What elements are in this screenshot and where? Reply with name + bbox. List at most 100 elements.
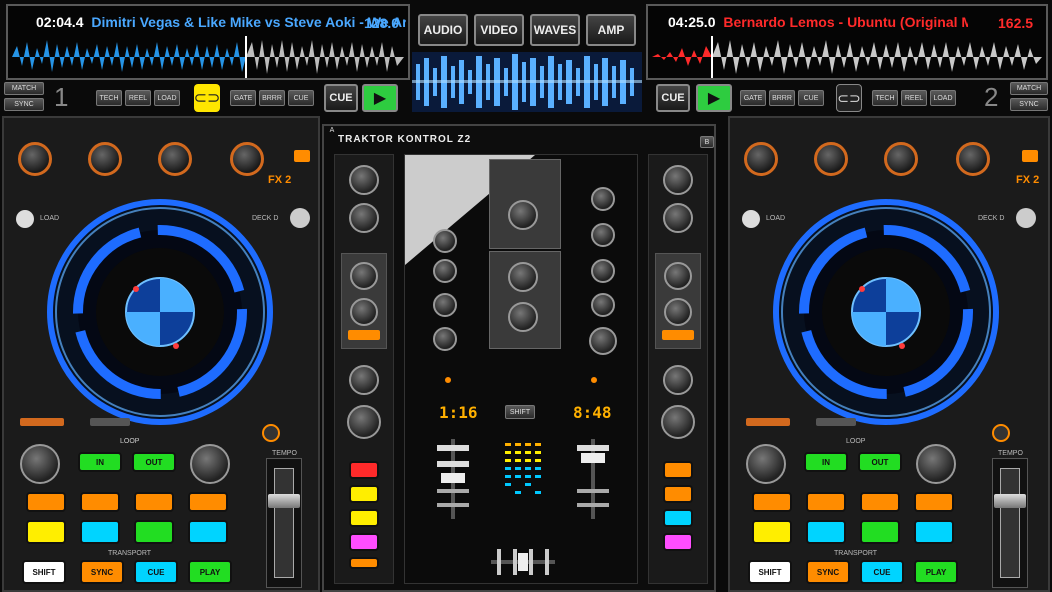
- deck2-fx-toggle[interactable]: [1022, 150, 1038, 162]
- deck1-pad-1[interactable]: [26, 520, 66, 544]
- deck1-loop-in-button[interactable]: IN: [78, 452, 122, 472]
- deck2-tech-button[interactable]: TECH: [872, 90, 898, 106]
- deck2-cue-button[interactable]: CUE: [656, 84, 690, 112]
- deck2-load-button[interactable]: LOAD: [930, 90, 956, 106]
- deck1-hotcue-4[interactable]: [188, 492, 228, 512]
- deck2-tempo-lock[interactable]: [992, 424, 1010, 442]
- mixer-left-knob-1[interactable]: [433, 229, 457, 253]
- deck2-jog-wheel[interactable]: [770, 196, 1002, 428]
- deck1-transport-play-button[interactable]: PLAY: [188, 560, 232, 584]
- mixer-right-knob-1[interactable]: [591, 187, 615, 211]
- tab-audio[interactable]: AUDIO: [418, 14, 468, 46]
- deck1-play-button[interactable]: ▶: [362, 84, 398, 112]
- right-strip-pad-4[interactable]: [663, 533, 693, 551]
- deck1-loop-knob-left[interactable]: [20, 444, 60, 484]
- deck2-flux-button[interactable]: [746, 418, 790, 426]
- deck1-fx-knob-3[interactable]: [158, 142, 192, 176]
- deck1-transport-cue-button[interactable]: CUE: [134, 560, 178, 584]
- deck1-brrr-button[interactable]: BRRR: [259, 90, 285, 106]
- mixer-left-knob-4[interactable]: [433, 327, 457, 351]
- deck2-transport-play-button[interactable]: PLAY: [914, 560, 958, 584]
- deck2-match-button[interactable]: MATCH: [1010, 82, 1048, 95]
- left-strip-pad-2[interactable]: [349, 485, 379, 503]
- deck2-hotcue-4[interactable]: [914, 492, 954, 512]
- left-cue-knob[interactable]: [347, 405, 381, 439]
- deck1-gate-button[interactable]: GATE: [230, 90, 256, 106]
- deck2-hotcue-3[interactable]: [860, 492, 900, 512]
- deck2-fx-knob-3[interactable]: [884, 142, 918, 176]
- deck1-hotcue-2[interactable]: [80, 492, 120, 512]
- left-fx-assign[interactable]: [348, 330, 380, 340]
- deck1-pad-4[interactable]: [188, 520, 228, 544]
- mixer-center-knob-1[interactable]: [508, 200, 538, 230]
- deck1-load-button[interactable]: LOAD: [154, 90, 180, 106]
- deck2-loop-in-button[interactable]: IN: [804, 452, 848, 472]
- left-strip-pad-3[interactable]: [349, 509, 379, 527]
- deck1-pad-3[interactable]: [134, 520, 174, 544]
- deck2-pad-4[interactable]: [914, 520, 954, 544]
- right-cue-knob[interactable]: [661, 405, 695, 439]
- deck1-waveform-panel[interactable]: 02:04.4 Dimitri Vegas & Like Mike vs Ste…: [6, 4, 410, 80]
- deck2-fx-knob-4[interactable]: [956, 142, 990, 176]
- deck1-loop-knob-right[interactable]: [190, 444, 230, 484]
- deck1-cue-small-button[interactable]: CUE: [288, 90, 314, 106]
- mixer-ch-b-tag[interactable]: B: [700, 136, 714, 148]
- right-filter-knob[interactable]: [663, 365, 693, 395]
- deck2-reverse-button[interactable]: [816, 418, 856, 426]
- mixer-center-knob-3[interactable]: [508, 302, 538, 332]
- left-gain-knob[interactable]: [349, 165, 379, 195]
- deck2-play-button[interactable]: ▶: [696, 84, 732, 112]
- deck1-hotcue-1[interactable]: [26, 492, 66, 512]
- left-strip-pad-5[interactable]: [349, 557, 379, 569]
- mixer-center-knob-2[interactable]: [508, 262, 538, 292]
- tab-waves[interactable]: WAVES: [530, 14, 580, 46]
- deck1-loop-toggle[interactable]: ⊂⊃: [194, 84, 220, 112]
- deck1-tech-button[interactable]: TECH: [96, 90, 122, 106]
- deck2-waveform-panel[interactable]: 04:25.0 Bernardo Lemos - Ubuntu (Origina…: [646, 4, 1048, 80]
- deck1-tempo-fader[interactable]: [274, 468, 294, 578]
- mixer-crossfader[interactable]: [491, 547, 555, 577]
- deck2-fx-knob-2[interactable]: [814, 142, 848, 176]
- deck2-loop-toggle[interactable]: ⊂⊃: [836, 84, 862, 112]
- mixer-channel-fader-right[interactable]: [573, 439, 613, 519]
- deck2-loop-out-button[interactable]: OUT: [858, 452, 902, 472]
- deck2-load-knob[interactable]: [742, 210, 760, 228]
- tab-video[interactable]: VIDEO: [474, 14, 524, 46]
- deck1-fx-toggle[interactable]: [294, 150, 310, 162]
- mixer-right-knob-4[interactable]: [591, 293, 615, 317]
- deck1-tempo-fader-cap[interactable]: [268, 494, 300, 508]
- deck2-reel-button[interactable]: REEL: [901, 90, 927, 106]
- left-hi-knob[interactable]: [350, 262, 378, 290]
- mixer-right-knob-2[interactable]: [591, 223, 615, 247]
- left-strip-pad-4[interactable]: [349, 533, 379, 551]
- mixer-left-knob-2[interactable]: [433, 259, 457, 283]
- deck1-sync-button[interactable]: SYNC: [80, 560, 124, 584]
- mixer-left-knob-3[interactable]: [433, 293, 457, 317]
- deck1-fx-knob-2[interactable]: [88, 142, 122, 176]
- deck1-match-button[interactable]: MATCH: [4, 82, 44, 95]
- right-strip-pad-1[interactable]: [663, 461, 693, 479]
- mixer-right-knob-5[interactable]: [589, 327, 617, 355]
- deck2-gate-button[interactable]: GATE: [740, 90, 766, 106]
- deck2-tempo-fader-cap[interactable]: [994, 494, 1026, 508]
- deck1-sync-side-button[interactable]: SYNC: [4, 98, 44, 111]
- deck1-pad-2[interactable]: [80, 520, 120, 544]
- deck1-flux-button[interactable]: [20, 418, 64, 426]
- deck2-transport-cue-button[interactable]: CUE: [860, 560, 904, 584]
- deck2-hotcue-1[interactable]: [752, 492, 792, 512]
- right-strip-pad-3[interactable]: [663, 509, 693, 527]
- deck1-hotcue-3[interactable]: [134, 492, 174, 512]
- right-mid-knob[interactable]: [664, 298, 692, 326]
- right-strip-pad-2[interactable]: [663, 485, 693, 503]
- deck1-load-knob[interactable]: [16, 210, 34, 228]
- left-filter-knob[interactable]: [349, 365, 379, 395]
- mixer-right-knob-3[interactable]: [591, 259, 615, 283]
- deck2-pad-1[interactable]: [752, 520, 792, 544]
- right-fx-assign[interactable]: [662, 330, 694, 340]
- deck2-brrr-button[interactable]: BRRR: [769, 90, 795, 106]
- deck2-fx-knob-1[interactable]: [744, 142, 778, 176]
- right-gain-knob[interactable]: [663, 165, 693, 195]
- deck1-jog-wheel[interactable]: [44, 196, 276, 428]
- deck2-loop-knob-right[interactable]: [916, 444, 956, 484]
- deck2-cue-small-button[interactable]: CUE: [798, 90, 824, 106]
